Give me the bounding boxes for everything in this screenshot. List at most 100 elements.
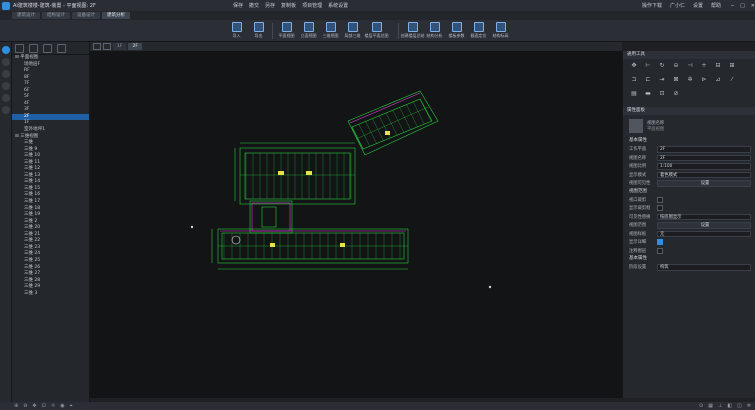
match-icon[interactable]: ⊡ — [657, 89, 667, 99]
scale-icon[interactable]: ⇥ — [657, 75, 667, 85]
title-bar: AI建筑楼楼-建筑-装置 - 平面视图: 2F 保存 撤交 另存 复制板 项目管理 系统设… — [0, 0, 755, 11]
ribbon-button-1[interactable]: 导出 — [250, 21, 267, 41]
property-value[interactable]: 2F — [657, 154, 751, 161]
menu-tab-2[interactable]: 设备设计 — [72, 12, 100, 19]
move-icon[interactable]: ✥ — [629, 61, 639, 71]
hide-icon[interactable]: ⊘ — [671, 89, 681, 99]
quick-action-1[interactable]: 撤交 — [249, 2, 259, 9]
property-value[interactable]: 构筑 — [657, 264, 751, 271]
display-icon[interactable]: ◫ — [737, 403, 742, 409]
top-right-action-1[interactable]: 广小仁 — [670, 2, 685, 9]
grid-icon[interactable]: ▦ — [708, 403, 713, 409]
ribbon-button-9[interactable]: 楼板参数 — [448, 21, 465, 41]
mirror-icon[interactable]: ⊞ — [727, 61, 737, 71]
filter-icon[interactable] — [29, 43, 38, 53]
top-right-action-0[interactable]: 操作下载 — [642, 2, 662, 9]
zoom-out-icon[interactable]: ⊖ — [23, 403, 27, 409]
mirror-axis-icon[interactable]: ⊳ — [699, 75, 709, 85]
ribbon-button-11[interactable]: 结构标高 — [492, 21, 509, 41]
extend-icon[interactable]: ⊿ — [713, 75, 723, 85]
top-right-action-2[interactable]: 设置 — [693, 2, 703, 9]
property-value[interactable]: 按底图显示 — [657, 213, 751, 220]
ribbon-button-7[interactable]: 创建楼层总结 — [401, 21, 425, 41]
measure-icon[interactable]: ⌖ — [70, 403, 73, 409]
property-value[interactable]: 1:100 — [657, 163, 751, 170]
drawing-canvas[interactable] — [90, 51, 622, 398]
eye-icon[interactable]: ◉ — [60, 403, 64, 409]
close-icon[interactable]: ✕ — [751, 3, 755, 9]
material-icon[interactable] — [2, 94, 10, 102]
property-label: 视图范围 — [629, 223, 647, 229]
quick-action-5[interactable]: 系统设置 — [328, 2, 348, 9]
zoom-in-icon[interactable]: ⊕ — [14, 403, 18, 409]
expand-icon[interactable] — [43, 43, 52, 53]
property-value[interactable]: 无 — [657, 230, 751, 237]
trim-icon[interactable]: ⊣ — [685, 61, 695, 71]
quick-action-0[interactable]: 保存 — [233, 2, 243, 9]
gear-icon[interactable]: ✲ — [685, 75, 695, 85]
add-icon[interactable]: + — [699, 61, 709, 71]
menu-tab-1[interactable]: 结构设计 — [42, 12, 70, 19]
view-options-icon[interactable] — [93, 43, 101, 50]
family-icon[interactable] — [2, 70, 10, 78]
array-icon[interactable]: ⊏ — [643, 75, 653, 85]
quick-action-4[interactable]: 项目管理 — [302, 2, 322, 9]
split-icon[interactable]: ⊟ — [713, 61, 723, 71]
ribbon-button-4[interactable]: 三维视图 — [322, 21, 339, 41]
layer-icon[interactable]: ◧ — [727, 403, 732, 409]
property-checkbox[interactable] — [657, 205, 663, 212]
ortho-icon[interactable]: ⊥ — [718, 403, 722, 409]
align-icon[interactable]: ⊢ — [643, 61, 653, 71]
minimize-icon[interactable]: ─ — [731, 3, 734, 9]
top-right-action-3[interactable]: 帮助 — [711, 2, 721, 9]
ribbon-button-3[interactable]: 立面视图 — [300, 21, 317, 41]
view-tab-0[interactable]: 1F — [113, 43, 127, 50]
ribbon-button-6[interactable]: 楼层平面总图 — [365, 21, 389, 41]
pin-icon[interactable]: ⁄ — [727, 75, 737, 85]
property-header: 属性面板 — [623, 107, 755, 115]
property-value[interactable]: 设置 — [657, 180, 751, 187]
lock-icon[interactable]: ⊠ — [671, 75, 681, 85]
section-other[interactable]: 基本属性 — [623, 255, 755, 263]
settings-icon[interactable]: ✲ — [747, 403, 751, 409]
ribbon-button-10[interactable]: 截面定位 — [470, 21, 487, 41]
property-value[interactable]: 设置 — [657, 222, 751, 229]
menu-tab-3[interactable]: 建筑分析 — [102, 12, 130, 19]
property-value[interactable]: 着色模式 — [657, 171, 751, 178]
tree-item-label: 三维 21 — [24, 231, 41, 237]
snap-icon[interactable]: ⊙ — [699, 403, 703, 409]
home-icon[interactable] — [103, 43, 111, 50]
property-checkbox[interactable] — [657, 196, 663, 203]
type-selector[interactable]: 视图名称 平面视图 — [623, 115, 755, 137]
rotate-icon[interactable]: ↻ — [657, 61, 667, 71]
layers-icon[interactable] — [2, 58, 10, 66]
property-checkbox[interactable] — [657, 239, 663, 246]
property-checkbox[interactable] — [657, 247, 663, 254]
maximize-icon[interactable]: □ — [740, 3, 745, 9]
section-basic[interactable]: 基本属性 — [623, 137, 755, 145]
ribbon-tool-icon — [231, 22, 242, 32]
ribbon-button-5[interactable]: 局部三维 — [344, 21, 361, 41]
quick-action-2[interactable]: 另存 — [265, 2, 275, 9]
property-value[interactable]: 2F — [657, 146, 751, 153]
copy-icon[interactable]: ⊐ — [629, 75, 639, 85]
ribbon-button-2[interactable]: 平面视图 — [278, 21, 295, 41]
offset-icon[interactable]: ⊖ — [671, 61, 681, 71]
ribbon-button-0[interactable]: 导入 — [228, 21, 245, 41]
light-icon[interactable]: ☼ — [51, 403, 55, 409]
menu-tab-0[interactable]: 建筑设计 — [12, 12, 40, 19]
view-tab-1[interactable]: 2F — [128, 43, 142, 50]
fit-icon[interactable]: ⊡ — [42, 403, 46, 409]
group-icon[interactable]: ▬ — [643, 89, 653, 99]
info-icon[interactable] — [2, 106, 10, 114]
tree-view-icon[interactable] — [15, 43, 24, 53]
ribbon-button-8[interactable]: 结构分析 — [426, 21, 443, 41]
collapse-icon[interactable] — [57, 43, 66, 53]
section-range[interactable]: 视图范围 — [623, 188, 755, 196]
tree-item[interactable]: 三维 3 — [12, 291, 89, 298]
sheet-icon[interactable] — [2, 82, 10, 90]
delete-icon[interactable]: ▤ — [629, 89, 639, 99]
pan-icon[interactable]: ✥ — [32, 403, 36, 409]
project-icon[interactable] — [2, 46, 10, 54]
quick-action-3[interactable]: 复制板 — [281, 2, 296, 9]
